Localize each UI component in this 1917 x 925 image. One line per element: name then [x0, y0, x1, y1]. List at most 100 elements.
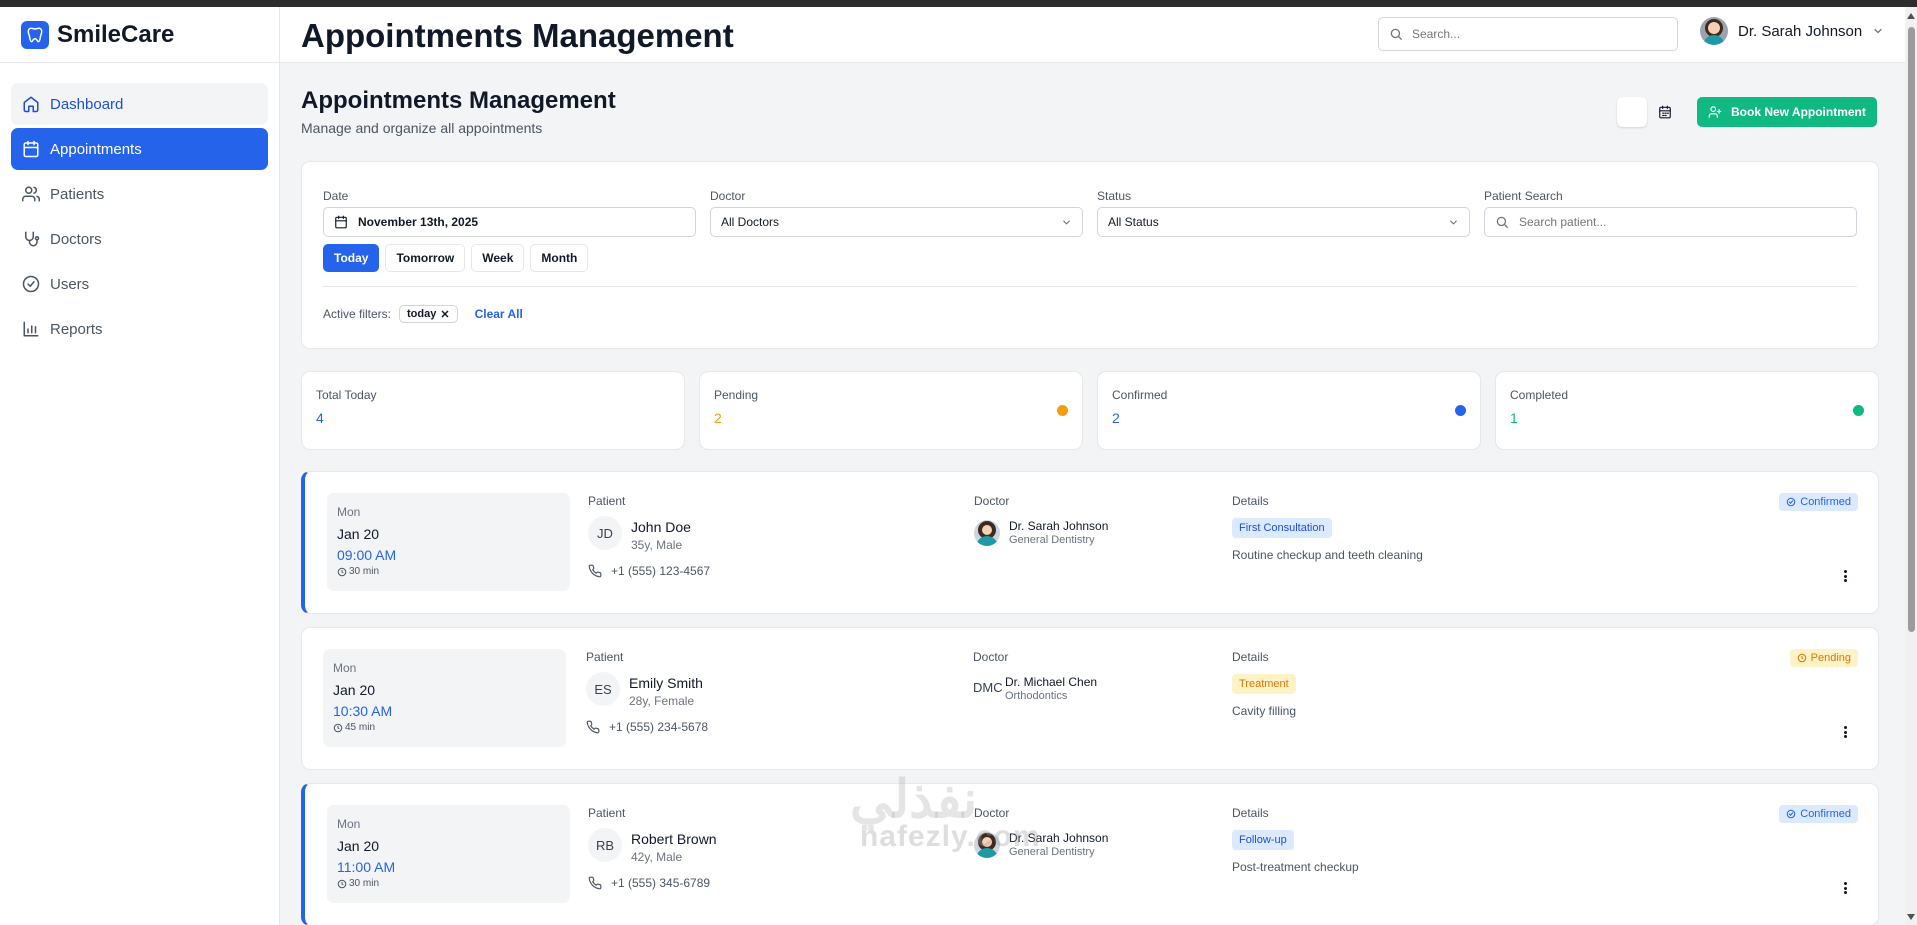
sidebar-item-users[interactable]: Users: [11, 263, 268, 305]
clear-all-button[interactable]: Clear All: [475, 307, 523, 321]
sidebar-item-label: Users: [50, 275, 90, 293]
global-search[interactable]: [1378, 17, 1678, 51]
status-label: Status: [1097, 189, 1132, 203]
search-input[interactable]: [1412, 27, 1662, 41]
list-view-button[interactable]: [1617, 97, 1647, 127]
details-column-label: Details: [1232, 806, 1269, 820]
brand: SmileCare: [0, 7, 279, 63]
quick-date-filters: Today Tomorrow Week Month: [323, 244, 589, 272]
scroll-up-arrow[interactable]: [1907, 13, 1915, 19]
status-select-value: All Status: [1108, 215, 1159, 229]
doctor-select[interactable]: All Doctors: [710, 207, 1083, 237]
appointment-card[interactable]: Mon Jan 20 11:00 AM 30 min Patient RB Ro…: [301, 783, 1879, 925]
doctor-label: Doctor: [710, 189, 746, 203]
phone-icon: [588, 876, 602, 890]
scrollbar[interactable]: [1905, 7, 1917, 925]
patient-name: Robert Brown: [631, 831, 717, 847]
status-dot: [1853, 405, 1864, 416]
patient-avatar: RB: [588, 828, 622, 862]
patient-phone: +1 (555) 123-4567: [588, 564, 710, 578]
sidebar-nav: Dashboard Appointments Patients Doctors …: [0, 63, 279, 350]
week-button[interactable]: Week: [471, 244, 525, 272]
phone-text: +1 (555) 345-6789: [611, 876, 711, 890]
tomorrow-button[interactable]: Tomorrow: [385, 244, 466, 272]
sidebar-item-label: Patients: [50, 185, 105, 203]
appointment-duration: 45 min: [333, 722, 556, 733]
patient-phone: +1 (555) 345-6789: [588, 876, 710, 890]
date-picker[interactable]: November 13th, 2025: [323, 207, 696, 237]
appointment-card[interactable]: Mon Jan 20 09:00 AM 30 min Patient JD Jo…: [301, 471, 1879, 614]
appointment-day: Mon: [337, 817, 361, 831]
month-button[interactable]: Month: [530, 244, 589, 272]
bar-chart-icon: [23, 321, 39, 337]
more-options-icon[interactable]: [1844, 570, 1848, 584]
patient-name: Emily Smith: [629, 675, 703, 691]
more-options-icon[interactable]: [1844, 882, 1848, 896]
top-header: Appointments Management Dr. Sarah Johnso…: [280, 7, 1905, 63]
appointment-duration: 30 min: [337, 878, 560, 889]
doctor-column-label: Doctor: [973, 650, 1009, 664]
doctor-avatar: DMC: [973, 680, 1003, 695]
page-title: Appointments Management: [301, 87, 616, 114]
avatar: [1700, 17, 1728, 45]
appointment-duration: 30 min: [337, 566, 560, 577]
patient-search-input[interactable]: [1519, 215, 1819, 229]
calendar-icon: [335, 215, 347, 229]
appointment-card[interactable]: Mon Jan 20 10:30 AM 45 min Patient ES Em…: [301, 627, 1879, 770]
today-button[interactable]: Today: [323, 244, 380, 272]
patient-search-filter: Patient Search: [1484, 189, 1857, 237]
status-dot: [1057, 405, 1068, 416]
patient-avatar: JD: [588, 516, 622, 550]
sidebar-item-label: Dashboard: [50, 95, 124, 113]
doctor-name: Dr. Michael Chen: [1005, 675, 1098, 689]
status-badge: Pending: [1789, 649, 1858, 667]
appointment-day: Mon: [333, 661, 357, 675]
clock-icon: [1797, 653, 1806, 663]
page-subtitle: Manage and organize all appointments: [301, 120, 543, 136]
status-badge: Confirmed: [1779, 805, 1858, 823]
check-circle-icon: [1786, 809, 1796, 819]
date-value: November 13th, 2025: [358, 215, 479, 229]
patient-avatar: ES: [586, 672, 620, 706]
book-new-appointment-button[interactable]: Book New Appointment: [1697, 97, 1877, 127]
user-plus-icon: [1708, 106, 1722, 118]
doctor-avatar: [974, 520, 1000, 546]
user-menu[interactable]: Dr. Sarah Johnson: [1700, 17, 1884, 45]
header-title: Appointments Management: [301, 17, 734, 54]
scroll-thumb[interactable]: [1908, 27, 1915, 632]
sidebar-item-label: Appointments: [50, 140, 142, 158]
status-select[interactable]: All Status: [1097, 207, 1470, 237]
sidebar-item-reports[interactable]: Reports: [11, 308, 268, 350]
details-column-label: Details: [1232, 494, 1269, 508]
chevron-down-icon: [1874, 28, 1882, 34]
sidebar-item-patients[interactable]: Patients: [11, 173, 268, 215]
user-name: Dr. Sarah Johnson: [1738, 22, 1863, 40]
appointment-time-box: Mon Jan 20 10:30 AM 45 min: [323, 649, 566, 747]
clock-icon: [337, 879, 347, 888]
doctor-specialty: Orthodontics: [1005, 690, 1068, 702]
filters-panel: Date November 13th, 2025 Doctor All Doct…: [301, 161, 1879, 349]
status-text: Pending: [1810, 652, 1851, 664]
calendar-view-button[interactable]: [1650, 97, 1680, 127]
appointment-time-box: Mon Jan 20 09:00 AM 30 min: [327, 493, 570, 591]
main-content: Appointments Management Manage and organ…: [280, 63, 1905, 925]
patient-column-label: Patient: [588, 806, 626, 820]
status-badge: Confirmed: [1779, 493, 1858, 511]
check-circle-icon: [22, 275, 40, 293]
more-options-icon[interactable]: [1844, 726, 1848, 740]
stat-value: 2: [714, 410, 722, 426]
status-text: Confirmed: [1800, 496, 1851, 508]
sidebar-item-appointments[interactable]: Appointments: [11, 128, 268, 170]
stat-value: 4: [316, 410, 324, 426]
remove-filter-icon[interactable]: ✕: [440, 308, 449, 321]
filter-chip: today ✕: [399, 305, 458, 323]
patient-search-box[interactable]: [1484, 207, 1857, 237]
sidebar-item-dashboard[interactable]: Dashboard: [11, 83, 268, 125]
sidebar-item-doctors[interactable]: Doctors: [11, 218, 268, 260]
scroll-down-arrow[interactable]: [1907, 914, 1915, 920]
details-column-label: Details: [1232, 650, 1269, 664]
patient-meta: 42y, Male: [631, 850, 683, 864]
clock-icon: [333, 723, 343, 732]
appointment-time: 11:00 AM: [337, 859, 396, 875]
users-icon: [22, 186, 40, 202]
